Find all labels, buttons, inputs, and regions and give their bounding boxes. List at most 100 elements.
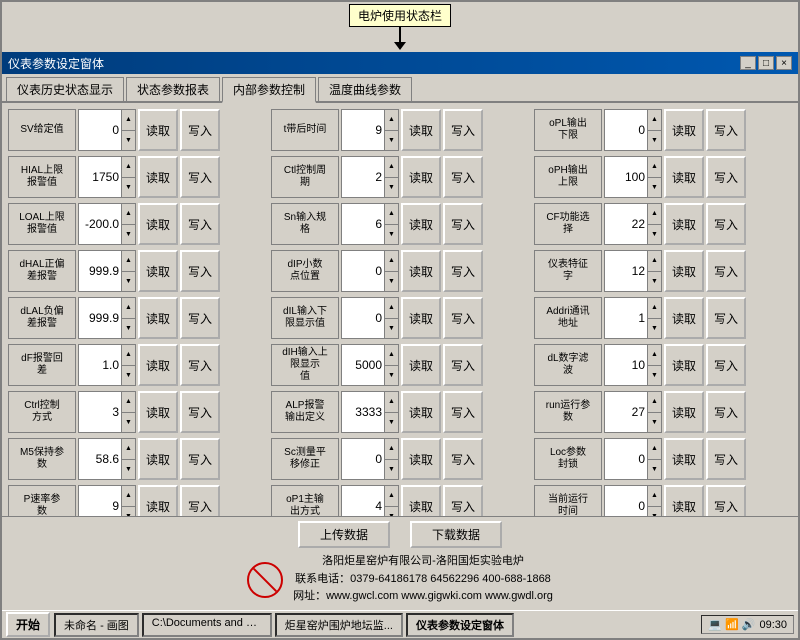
spin-up-4-1[interactable]: ▲ [385, 298, 398, 319]
spin-up-4-0[interactable]: ▲ [122, 298, 135, 319]
read-btn-7-1[interactable]: 读取 [401, 438, 441, 480]
spin-down-8-0[interactable]: ▼ [122, 507, 135, 517]
spin-down-0-0[interactable]: ▼ [122, 131, 135, 151]
spin-up-2-2[interactable]: ▲ [648, 204, 661, 225]
param-input-8-0[interactable] [79, 486, 121, 516]
read-btn-3-1[interactable]: 读取 [401, 250, 441, 292]
spin-down-1-2[interactable]: ▼ [648, 178, 661, 198]
read-btn-3-0[interactable]: 读取 [138, 250, 178, 292]
spin-down-2-1[interactable]: ▼ [385, 225, 398, 245]
param-input-5-0[interactable] [79, 345, 121, 385]
param-input-4-1[interactable] [342, 298, 384, 338]
write-btn-1-1[interactable]: 写入 [443, 156, 483, 198]
spin-up-7-1[interactable]: ▲ [385, 439, 398, 460]
taskbar-item-1[interactable]: C:\Documents and Se... [142, 613, 272, 637]
read-btn-5-1[interactable]: 读取 [401, 344, 441, 386]
read-btn-8-0[interactable]: 读取 [138, 485, 178, 516]
write-btn-3-0[interactable]: 写入 [180, 250, 220, 292]
spin-up-4-2[interactable]: ▲ [648, 298, 661, 319]
spin-up-2-0[interactable]: ▲ [122, 204, 135, 225]
spin-down-3-2[interactable]: ▼ [648, 272, 661, 292]
param-input-3-0[interactable] [79, 251, 121, 291]
spin-up-2-1[interactable]: ▲ [385, 204, 398, 225]
write-btn-5-2[interactable]: 写入 [706, 344, 746, 386]
write-btn-5-1[interactable]: 写入 [443, 344, 483, 386]
spin-up-6-0[interactable]: ▲ [122, 392, 135, 413]
read-btn-2-1[interactable]: 读取 [401, 203, 441, 245]
read-btn-2-2[interactable]: 读取 [664, 203, 704, 245]
start-button[interactable]: 开始 [6, 612, 50, 637]
param-input-3-2[interactable] [605, 251, 647, 291]
maximize-button[interactable]: □ [758, 56, 774, 70]
spin-down-3-1[interactable]: ▼ [385, 272, 398, 292]
param-input-1-0[interactable] [79, 157, 121, 197]
spin-up-8-2[interactable]: ▲ [648, 486, 661, 507]
spin-down-2-0[interactable]: ▼ [122, 225, 135, 245]
spin-down-7-2[interactable]: ▼ [648, 460, 661, 480]
param-input-1-2[interactable] [605, 157, 647, 197]
write-btn-2-0[interactable]: 写入 [180, 203, 220, 245]
tab-curve[interactable]: 温度曲线参数 [318, 77, 412, 101]
spin-up-6-2[interactable]: ▲ [648, 392, 661, 413]
write-btn-0-2[interactable]: 写入 [706, 109, 746, 151]
spin-down-0-2[interactable]: ▼ [648, 131, 661, 151]
tab-internal[interactable]: 内部参数控制 [222, 77, 316, 103]
param-input-0-0[interactable] [79, 110, 121, 150]
taskbar-item-3[interactable]: 仪表参数设定窗体 [406, 613, 514, 637]
read-btn-4-0[interactable]: 读取 [138, 297, 178, 339]
read-btn-8-2[interactable]: 读取 [664, 485, 704, 516]
read-btn-6-1[interactable]: 读取 [401, 391, 441, 433]
param-input-2-0[interactable] [79, 204, 121, 244]
spin-up-5-0[interactable]: ▲ [122, 345, 135, 366]
param-input-0-2[interactable] [605, 110, 647, 150]
close-button[interactable]: × [776, 56, 792, 70]
param-input-6-0[interactable] [79, 392, 121, 432]
taskbar-item-0[interactable]: 未命名 - 画图 [54, 613, 139, 637]
write-btn-2-2[interactable]: 写入 [706, 203, 746, 245]
param-input-8-2[interactable] [605, 486, 647, 516]
spin-down-2-2[interactable]: ▼ [648, 225, 661, 245]
spin-up-3-2[interactable]: ▲ [648, 251, 661, 272]
spin-up-5-2[interactable]: ▲ [648, 345, 661, 366]
write-btn-0-0[interactable]: 写入 [180, 109, 220, 151]
spin-down-1-1[interactable]: ▼ [385, 178, 398, 198]
write-btn-6-0[interactable]: 写入 [180, 391, 220, 433]
write-btn-7-1[interactable]: 写入 [443, 438, 483, 480]
spin-up-0-0[interactable]: ▲ [122, 110, 135, 131]
download-button[interactable]: 下载数据 [410, 521, 502, 548]
write-btn-0-1[interactable]: 写入 [443, 109, 483, 151]
write-btn-7-0[interactable]: 写入 [180, 438, 220, 480]
param-input-4-0[interactable] [79, 298, 121, 338]
spin-up-6-1[interactable]: ▲ [385, 392, 398, 413]
spin-down-6-1[interactable]: ▼ [385, 413, 398, 433]
write-btn-4-2[interactable]: 写入 [706, 297, 746, 339]
spin-up-1-0[interactable]: ▲ [122, 157, 135, 178]
spin-down-3-0[interactable]: ▼ [122, 272, 135, 292]
param-input-7-0[interactable] [79, 439, 121, 479]
spin-down-4-0[interactable]: ▼ [122, 319, 135, 339]
taskbar-item-2[interactable]: 炬星窑炉围炉地坛监... [275, 613, 403, 637]
write-btn-6-2[interactable]: 写入 [706, 391, 746, 433]
param-input-4-2[interactable] [605, 298, 647, 338]
read-btn-1-1[interactable]: 读取 [401, 156, 441, 198]
tab-status[interactable]: 状态参数报表 [126, 77, 220, 101]
read-btn-6-2[interactable]: 读取 [664, 391, 704, 433]
read-btn-4-2[interactable]: 读取 [664, 297, 704, 339]
spin-up-0-2[interactable]: ▲ [648, 110, 661, 131]
write-btn-2-1[interactable]: 写入 [443, 203, 483, 245]
param-input-5-2[interactable] [605, 345, 647, 385]
param-input-5-1[interactable] [342, 345, 384, 385]
param-input-1-1[interactable] [342, 157, 384, 197]
spin-up-7-0[interactable]: ▲ [122, 439, 135, 460]
write-btn-4-0[interactable]: 写入 [180, 297, 220, 339]
read-btn-1-0[interactable]: 读取 [138, 156, 178, 198]
param-input-7-2[interactable] [605, 439, 647, 479]
spin-up-3-0[interactable]: ▲ [122, 251, 135, 272]
write-btn-1-2[interactable]: 写入 [706, 156, 746, 198]
spin-up-7-2[interactable]: ▲ [648, 439, 661, 460]
write-btn-3-2[interactable]: 写入 [706, 250, 746, 292]
write-btn-3-1[interactable]: 写入 [443, 250, 483, 292]
spin-up-0-1[interactable]: ▲ [385, 110, 398, 131]
read-btn-6-0[interactable]: 读取 [138, 391, 178, 433]
spin-down-8-1[interactable]: ▼ [385, 507, 398, 517]
